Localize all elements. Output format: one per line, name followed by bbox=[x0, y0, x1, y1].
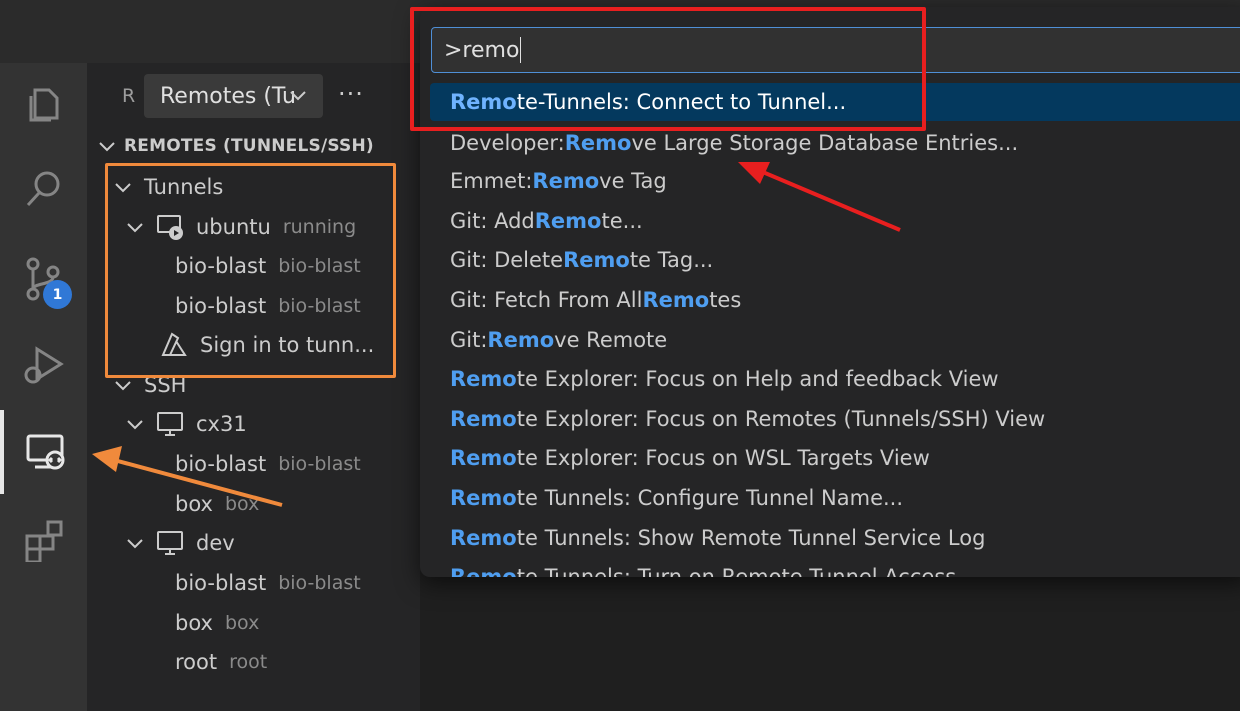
item-prefix: Git: Fetch From All bbox=[450, 288, 643, 312]
source-control-icon[interactable] bbox=[0, 237, 87, 321]
view-select-dropdown[interactable]: Remotes (Tu bbox=[144, 74, 323, 118]
tree-item-ssh-host[interactable]: cx31 bbox=[124, 405, 247, 443]
extensions-icon[interactable] bbox=[0, 497, 87, 581]
tree-item-ssh-folder[interactable]: root root bbox=[175, 643, 267, 681]
view-select-label: Remotes (Tu bbox=[160, 83, 296, 109]
section-header-remotes[interactable]: REMOTES (TUNNELS/SSH) bbox=[96, 127, 374, 165]
item-suffix: ve Tag bbox=[599, 169, 667, 193]
item-desc: box bbox=[224, 612, 260, 634]
match-highlight: Remo bbox=[450, 367, 517, 391]
command-item[interactable]: Remo te Explorer: Focus on Help and feedb… bbox=[430, 360, 1240, 398]
monitor-icon bbox=[157, 412, 183, 436]
item-prefix: Git: bbox=[450, 328, 488, 352]
match-highlight: Remo bbox=[487, 328, 555, 352]
annotation-orange-box bbox=[105, 163, 396, 378]
search-icon[interactable] bbox=[0, 147, 87, 231]
item-desc: root bbox=[229, 651, 268, 673]
item-prefix: Emmet: bbox=[450, 169, 533, 193]
tree-item-ssh-folder[interactable]: box box bbox=[175, 485, 259, 523]
command-item[interactable]: Remo te Explorer: Focus on WSL Targets Vi… bbox=[430, 439, 1240, 477]
match-highlight: Remo bbox=[642, 288, 710, 312]
item-suffix: te... bbox=[601, 209, 643, 233]
chevron-down-icon bbox=[290, 91, 306, 101]
item-prefix: Git: Add bbox=[450, 209, 535, 233]
item-suffix: te Tag... bbox=[629, 248, 714, 272]
match-highlight: Remo bbox=[450, 446, 517, 470]
item-name: bio-blast bbox=[175, 571, 267, 595]
match-highlight: Remo bbox=[532, 169, 600, 193]
item-desc: bio-blast bbox=[278, 572, 361, 594]
item-desc: bio-blast bbox=[278, 453, 361, 475]
item-suffix: ve Large Storage Database Entries... bbox=[631, 131, 1019, 155]
chevron-down-icon bbox=[99, 142, 115, 152]
more-actions-button[interactable]: ··· bbox=[338, 80, 364, 108]
run-debug-icon[interactable] bbox=[0, 322, 87, 406]
chevron-down-icon bbox=[127, 420, 143, 430]
match-highlight: Remo bbox=[450, 526, 517, 550]
match-highlight: Remo bbox=[534, 209, 602, 233]
source-control-badge: 1 bbox=[43, 280, 72, 309]
command-item[interactable]: Remo te Tunnels: Configure Tunnel Name... bbox=[430, 479, 1240, 517]
tree-item-ssh-folder[interactable]: box box bbox=[175, 604, 259, 642]
item-suffix: te Explorer: Focus on Help and feedback … bbox=[516, 367, 999, 391]
item-name: root bbox=[175, 650, 218, 674]
item-suffix: tes bbox=[709, 288, 742, 312]
command-item[interactable]: Git: Delete Remo te Tag... bbox=[430, 241, 1240, 279]
item-name: box bbox=[175, 492, 213, 516]
item-suffix: te Explorer: Focus on WSL Targets View bbox=[516, 446, 930, 470]
monitor-icon bbox=[157, 531, 183, 555]
match-highlight: Remo bbox=[564, 131, 632, 155]
command-item[interactable]: Git: Fetch From All Remo tes bbox=[430, 281, 1240, 319]
tree-item-ssh-folder[interactable]: bio-blast bio-blast bbox=[175, 564, 361, 602]
match-highlight: Remo bbox=[450, 486, 517, 510]
item-suffix: te Tunnels: Turn on Remote Tunnel Access… bbox=[516, 565, 977, 577]
item-suffix: ve Remote bbox=[554, 328, 668, 352]
match-highlight: Remo bbox=[563, 248, 630, 272]
ssh-host-name: cx31 bbox=[196, 412, 247, 436]
chevron-down-icon bbox=[127, 539, 143, 549]
item-suffix: te Explorer: Focus on Remotes (Tunnels/S… bbox=[516, 407, 1046, 431]
section-title: REMOTES (TUNNELS/SSH) bbox=[124, 136, 374, 156]
sidebar-header-letter: R bbox=[122, 85, 136, 107]
item-prefix: Git: Delete bbox=[450, 248, 564, 272]
command-item[interactable]: Remo te Tunnels: Show Remote Tunnel Servi… bbox=[430, 519, 1240, 557]
command-item[interactable]: Remo te Explorer: Focus on Remotes (Tunne… bbox=[430, 400, 1240, 438]
tree-item-ssh-folder[interactable]: bio-blast bio-blast bbox=[175, 445, 361, 483]
annotation-red-box bbox=[410, 7, 926, 131]
item-suffix: te Tunnels: Show Remote Tunnel Service L… bbox=[516, 526, 986, 550]
item-name: box bbox=[175, 611, 213, 635]
match-highlight: Remo bbox=[450, 407, 517, 431]
command-item[interactable]: Git: Add Remo te... bbox=[430, 202, 1240, 240]
explorer-icon[interactable] bbox=[0, 63, 87, 147]
command-item[interactable]: Emmet: Remo ve Tag bbox=[430, 162, 1240, 200]
item-desc: box bbox=[224, 493, 260, 515]
command-item[interactable]: Git: Remo ve Remote bbox=[430, 321, 1240, 359]
item-suffix: te Tunnels: Configure Tunnel Name... bbox=[516, 486, 904, 510]
match-highlight: Remo bbox=[450, 565, 517, 577]
item-name: bio-blast bbox=[175, 452, 267, 476]
tree-item-ssh-host[interactable]: dev bbox=[124, 524, 235, 562]
command-item[interactable]: Remo te Tunnels: Turn on Remote Tunnel Ac… bbox=[430, 558, 1240, 577]
command-item-clip: Remo te Tunnels: Turn on Remote Tunnel Ac… bbox=[430, 558, 1240, 577]
ssh-host-name: dev bbox=[196, 531, 235, 555]
item-prefix: Developer: bbox=[450, 131, 565, 155]
remote-explorer-icon[interactable] bbox=[0, 410, 87, 494]
